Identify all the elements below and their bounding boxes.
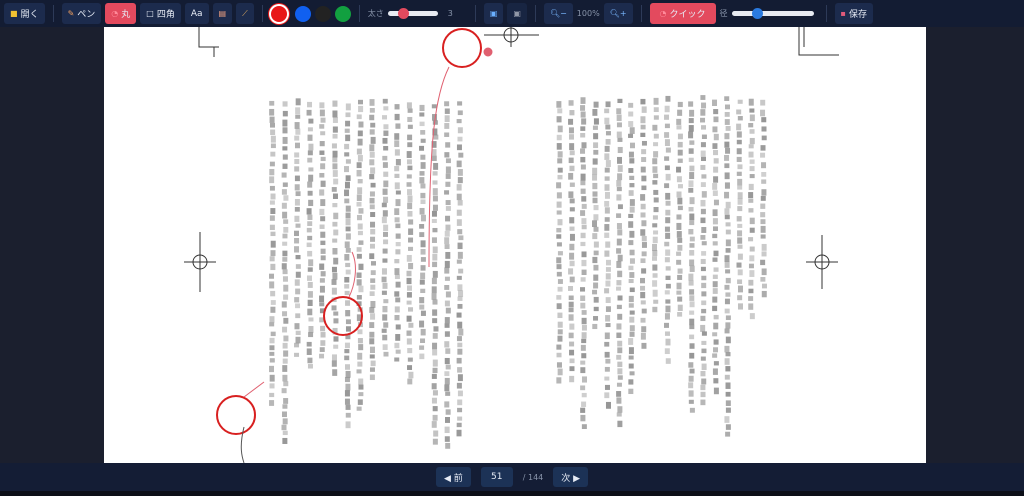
rect-tool-button[interactable]: □ 四角 xyxy=(140,3,181,24)
text-tool-button[interactable]: Aa xyxy=(184,3,209,24)
save-button[interactable]: ▪ 保存 xyxy=(834,3,873,24)
zoom-level: 100% xyxy=(576,9,600,18)
divider xyxy=(261,5,263,22)
zoom-out-button[interactable]: 🔍︎− xyxy=(543,3,573,24)
circle-tool-button[interactable]: ◔ 丸 xyxy=(105,3,137,24)
radius-slider[interactable] xyxy=(731,8,814,19)
page-total: / 144 xyxy=(522,472,544,482)
radius-label: 径 xyxy=(719,9,728,18)
annotation-strokes xyxy=(243,47,493,398)
zoom-out-icon: 🔍︎− xyxy=(549,9,567,18)
divider xyxy=(52,5,54,22)
undo-button[interactable]: ▣ xyxy=(483,3,504,24)
quick-button[interactable]: ◔ クイック xyxy=(649,3,716,24)
annotation-circle[interactable] xyxy=(442,28,482,68)
color-green-swatch[interactable] xyxy=(334,5,351,22)
circle-icon: ◔ xyxy=(111,9,119,18)
floppy-icon: ▪ xyxy=(840,9,846,18)
open-button[interactable]: ■ 開く xyxy=(4,3,45,24)
divider xyxy=(640,5,642,22)
broom-icon: ⟋ xyxy=(242,8,248,18)
next-page-button[interactable]: 次 ▶ xyxy=(553,467,589,487)
thickness-slider[interactable] xyxy=(387,8,438,19)
folder-icon: ■ xyxy=(10,9,18,18)
thickness-label: 太さ xyxy=(367,9,384,18)
pen-tool-button[interactable]: ✎ ペン xyxy=(61,3,102,24)
document-page[interactable] xyxy=(104,27,926,463)
color-blue-swatch[interactable] xyxy=(294,5,311,22)
thickness-value: 3 xyxy=(447,9,453,18)
color-black-swatch[interactable] xyxy=(314,5,331,22)
memo-tool-button[interactable]: ▤ xyxy=(212,3,233,24)
eraser-tool-button[interactable]: ⟋ xyxy=(236,3,254,24)
zoom-in-button[interactable]: 🔍︎+ xyxy=(603,3,633,24)
pencil-icon: ✎ xyxy=(67,9,75,18)
zoom-in-icon: 🔍︎+ xyxy=(609,9,627,18)
divider xyxy=(474,5,476,22)
annotation-circle[interactable] xyxy=(323,296,363,336)
redo-button[interactable]: ▣ xyxy=(507,3,527,24)
status-strip xyxy=(0,491,1024,496)
prev-page-button[interactable]: ◀ 前 xyxy=(435,467,471,487)
square-icon: □ xyxy=(146,9,154,18)
divider xyxy=(534,5,536,22)
divider xyxy=(358,5,360,22)
crop-marks xyxy=(184,27,839,292)
color-red-swatch[interactable] xyxy=(270,5,287,22)
divider xyxy=(825,5,827,22)
toolbar: ■ 開く ✎ ペン ◔ 丸 □ 四角 Aa ▤ ⟋ 太さ 3 ▣ ▣ 🔍︎− 100% … xyxy=(0,0,1024,27)
memo-icon: ▤ xyxy=(218,9,227,18)
annotation-layer[interactable] xyxy=(104,27,926,463)
redo-icon: ▣ xyxy=(513,9,521,18)
undo-icon: ▣ xyxy=(489,9,498,18)
pagination-bar: ◀ 前 51 / 144 次 ▶ xyxy=(0,463,1024,491)
circle-icon: ◔ xyxy=(659,9,667,18)
annotation-circle[interactable] xyxy=(216,395,256,435)
page-number-input[interactable]: 51 xyxy=(480,467,513,487)
